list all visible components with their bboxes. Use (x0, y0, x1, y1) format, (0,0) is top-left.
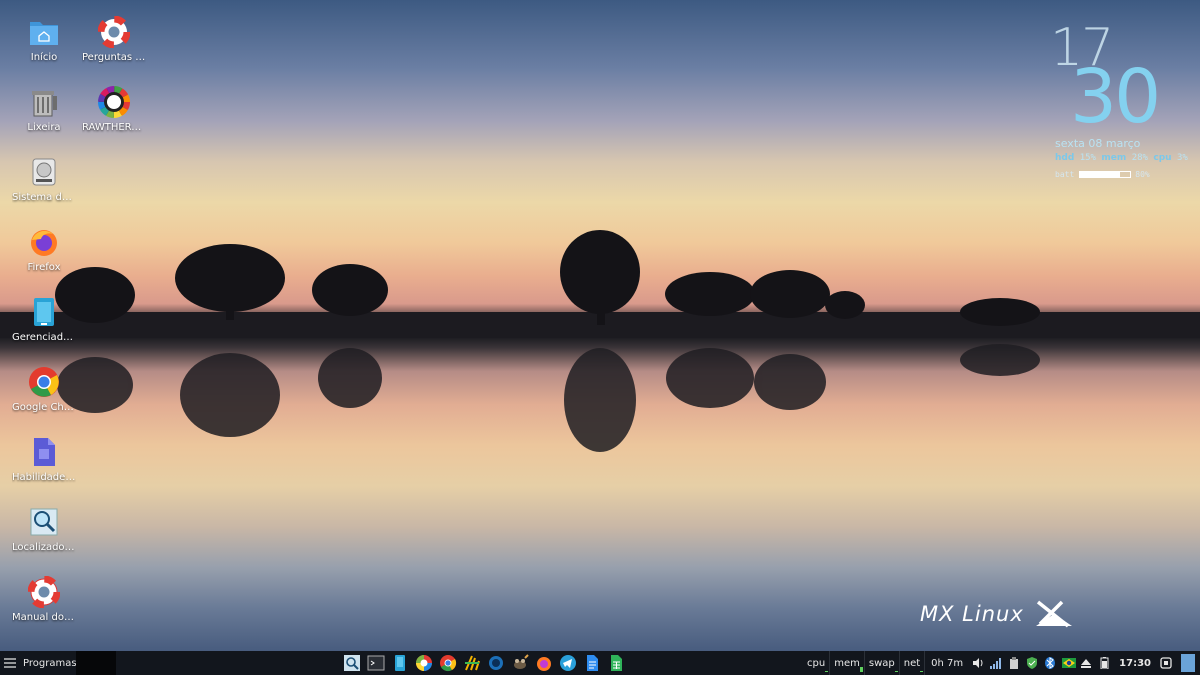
firefox-icon (28, 226, 60, 258)
desktop-icon-label: Lixeira (27, 122, 61, 133)
conky-minute: 30 (1070, 54, 1161, 140)
mem-monitor-label: mem (834, 657, 860, 669)
swap-monitor-bar (894, 671, 898, 672)
clipboard-icon[interactable] (1008, 657, 1020, 669)
desktop-icon-label: Habilidades ... (12, 472, 76, 483)
desktop-icon-label: Gerenciador... (12, 332, 76, 343)
cpu-monitor-bar (825, 671, 829, 672)
desktop-icon-manual[interactable]: Manual do ... (12, 575, 76, 624)
desktop-icon-chrome[interactable]: Google Chro... (12, 366, 76, 414)
desktop-icon-label: Sistema de ... (12, 192, 76, 203)
desktop-icon-home[interactable]: Início (12, 16, 76, 64)
home-folder-icon (28, 16, 60, 48)
rawtherapee-icon[interactable] (415, 654, 433, 672)
workspace-pager-icon[interactable] (1181, 654, 1195, 672)
applications-menu-button[interactable]: Programas (0, 651, 77, 675)
mem-monitor-bar (859, 667, 863, 672)
show-desktop-icon[interactable] (1160, 657, 1172, 669)
conky-batt-bar (1079, 171, 1132, 178)
taskbar-window-area[interactable] (76, 651, 116, 675)
document-icon (28, 436, 60, 468)
quick-launchers (343, 654, 631, 672)
firefox-icon[interactable] (535, 654, 553, 672)
desktop-icon-rawtherapee[interactable]: RAWTHERAPY (82, 86, 146, 134)
color-wheel-icon (98, 86, 130, 118)
desktop-icon-label: Google Chro... (12, 402, 76, 413)
desktop-icon-firefox[interactable]: Firefox (12, 226, 76, 274)
desktop-icon-label: Manual do ... (12, 612, 76, 623)
applications-menu-label: Programas (23, 657, 77, 669)
gimp-icon[interactable] (511, 654, 529, 672)
swap-monitor-label: swap (868, 657, 895, 669)
net-monitor[interactable]: net (900, 651, 926, 675)
desktop-icon-label: Perguntas F... (82, 52, 146, 63)
cpu-monitor[interactable]: cpu (803, 651, 831, 675)
conky-cpu-value: 3% (1177, 153, 1188, 163)
conky-cpu-label: cpu (1153, 153, 1172, 163)
desktop-icon-label: Firefox (27, 262, 61, 273)
brazil-flag-icon[interactable] (1062, 657, 1077, 669)
conky-batt-value: 80% (1135, 170, 1150, 179)
desktop-icon-label: Localizador ... (12, 542, 76, 553)
mx-linux-logo-text: MX Linux (920, 602, 1024, 626)
desktop-icon-habilidades[interactable]: Habilidades ... (12, 436, 76, 484)
net-monitor-bar (920, 671, 924, 672)
cpu-monitor-label: cpu (807, 657, 826, 669)
conky-batt-label: batt (1055, 170, 1075, 179)
trash-icon (28, 86, 60, 118)
drive-icon (28, 156, 60, 188)
file-manager-icon[interactable] (391, 654, 409, 672)
desktop-icon-label: RAWTHERAPY (82, 122, 146, 133)
conky-hdd-label: hdd (1055, 153, 1075, 163)
chrome-icon (28, 366, 60, 398)
telegram-icon[interactable] (559, 654, 577, 672)
desktop-icon-label: Início (30, 52, 58, 63)
file-manager-icon (28, 296, 60, 328)
bluetooth-icon[interactable] (1044, 657, 1056, 669)
menu-hamburger-icon (4, 658, 16, 668)
document-icon[interactable] (583, 654, 601, 672)
help-lifebuoy-icon (27, 575, 61, 609)
help-lifebuoy-icon (97, 15, 131, 49)
wallpaper-treeline (0, 230, 1200, 452)
terminal-icon[interactable] (367, 654, 385, 672)
system-tray: cpu mem swap net 0h 7m 17:30 (803, 651, 1200, 675)
chrome-icon[interactable] (439, 654, 457, 672)
conky-mem-label: mem (1101, 153, 1127, 163)
mx-linux-logo: MX Linux (920, 600, 1074, 628)
spreadsheet-icon[interactable] (607, 654, 625, 672)
conky-date: sexta 08 março (1055, 137, 1141, 150)
mem-monitor[interactable]: mem (830, 651, 865, 675)
desktop-icon-filesystem[interactable]: Sistema de ... (12, 156, 76, 204)
desktop-icon-trash[interactable]: Lixeira (12, 86, 76, 134)
volume-icon[interactable] (972, 657, 984, 669)
desktop-icon-file-manager[interactable]: Gerenciador... (12, 296, 76, 344)
catfish-search-icon[interactable] (343, 654, 361, 672)
taskbar: Programas cpu mem swap net 0h 7m 17:30 (0, 651, 1200, 675)
mx-logo-icon (1035, 600, 1072, 628)
conky-battery: batt 80% (1055, 170, 1150, 179)
desktop-icon-localizador[interactable]: Localizador ... (12, 506, 76, 554)
conky-batt-fill (1080, 172, 1121, 177)
hexchat-icon[interactable] (463, 654, 481, 672)
firefox-dark-icon[interactable] (487, 654, 505, 672)
taskbar-clock[interactable]: 17:30 (1119, 658, 1151, 669)
net-monitor-label: net (903, 657, 921, 669)
desktop-icon-faq[interactable]: Perguntas F... (82, 15, 146, 64)
battery-icon[interactable] (1098, 657, 1110, 670)
conky-stats: hdd 15% mem 28% cpu 3% (1055, 153, 1188, 163)
swap-monitor[interactable]: swap (865, 651, 900, 675)
conky-hdd-value: 15% (1079, 153, 1096, 163)
eject-icon[interactable] (1080, 657, 1092, 669)
conky-mem-value: 28% (1131, 153, 1148, 163)
update-shield-icon[interactable] (1026, 657, 1038, 669)
uptime-label: 0h 7m (931, 657, 964, 669)
signal-icon[interactable] (990, 657, 1002, 669)
search-icon (28, 506, 60, 538)
